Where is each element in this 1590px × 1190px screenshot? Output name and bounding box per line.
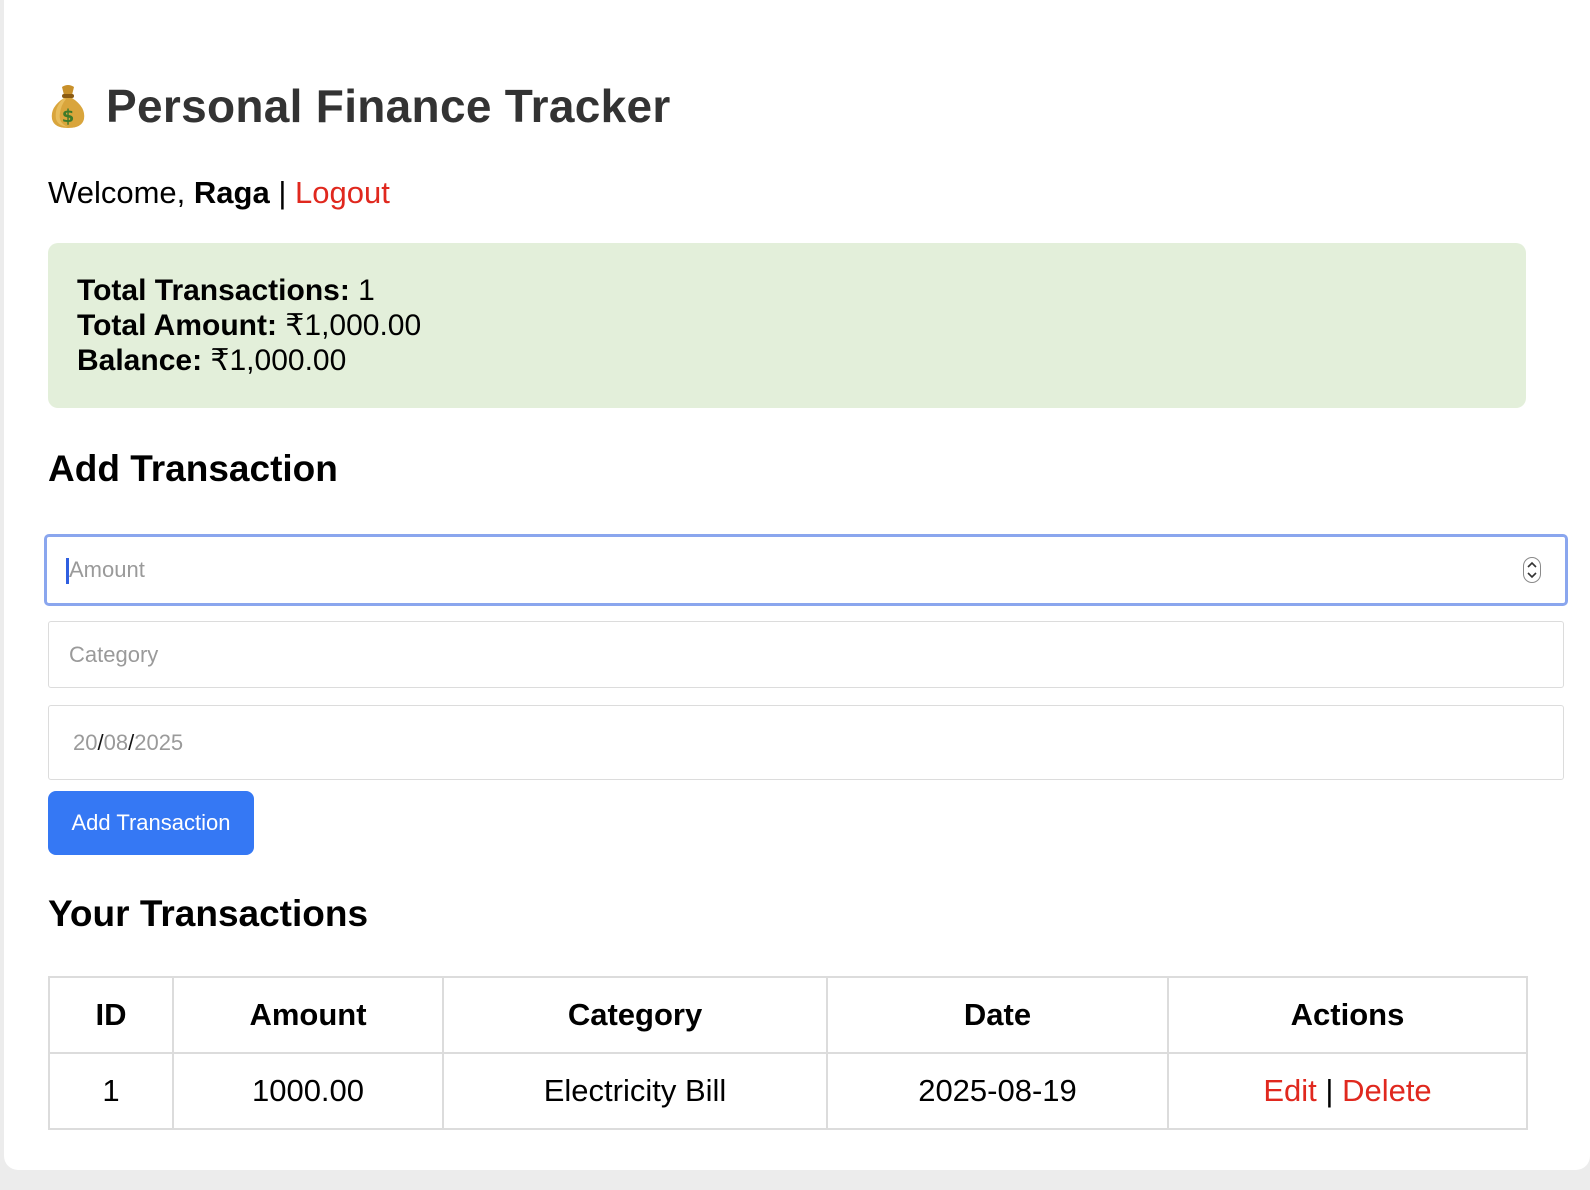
welcome-separator: | [278,175,287,210]
svg-text:$: $ [62,106,75,127]
welcome-text: Welcome, [48,175,186,210]
column-header-actions: Actions [1167,976,1528,1054]
cell-amount: 1000.00 [172,1052,444,1130]
date-value: 20/08/2025 [73,730,183,756]
total-transactions-value: 1 [358,274,375,307]
cell-date: 2025-08-19 [826,1052,1169,1130]
welcome-bar: Welcome, Raga | Logout [48,173,390,213]
transactions-table: ID Amount Category Date Actions 1 1000.0… [48,976,1528,1130]
column-header-id: ID [48,976,174,1054]
balance-line: Balance: ₹1,000.00 [77,343,346,378]
cell-category: Electricity Bill [442,1052,828,1130]
amount-placeholder: Amount [69,557,145,582]
column-header-date: Date [826,976,1169,1054]
text-caret [66,558,69,584]
username: Raga [193,175,270,210]
date-input[interactable]: 20/08/2025 [48,705,1564,780]
edit-link[interactable]: Edit [1263,1073,1316,1108]
column-header-category: Category [442,976,828,1054]
total-amount-value: ₹1,000.00 [285,309,422,342]
table-row: 1 1000.00 Electricity Bill 2025-08-19 Ed… [48,1052,1528,1130]
your-transactions-heading: Your Transactions [48,893,369,934]
category-placeholder: Category [69,641,159,667]
page-card: $ Personal Finance Tracker Welcome, Raga… [4,0,1590,1170]
page-title: Personal Finance Tracker [106,80,671,132]
delete-link[interactable]: Delete [1342,1073,1432,1108]
add-transaction-button[interactable]: Add Transaction [48,791,254,855]
action-separator: | [1325,1073,1334,1108]
money-bag-icon: $ [51,85,85,128]
cell-actions: Edit | Delete [1167,1052,1528,1130]
date-year[interactable]: 2025 [134,730,183,755]
add-transaction-heading: Add Transaction [48,448,338,489]
number-spinner-icon[interactable] [1523,557,1541,583]
total-amount-label: Total Amount: [77,309,277,342]
balance-value: ₹1,000.00 [210,344,347,377]
column-header-amount: Amount [172,976,444,1054]
summary-panel: Total Transactions: 1 Total Amount: ₹1,0… [48,243,1526,408]
total-transactions-label: Total Transactions: [77,274,350,307]
cell-id: 1 [48,1052,174,1130]
total-transactions-line: Total Transactions: 1 [77,273,375,308]
date-month[interactable]: 08 [104,730,128,755]
page-header: $ Personal Finance Tracker [48,74,671,138]
total-amount-line: Total Amount: ₹1,000.00 [77,308,421,343]
logout-link[interactable]: Logout [295,175,390,210]
date-day[interactable]: 20 [73,730,97,755]
table-header-row: ID Amount Category Date Actions [48,976,1528,1054]
amount-input[interactable]: Amount [44,534,1568,606]
balance-label: Balance: [77,344,203,377]
category-input[interactable]: Category [48,621,1564,688]
